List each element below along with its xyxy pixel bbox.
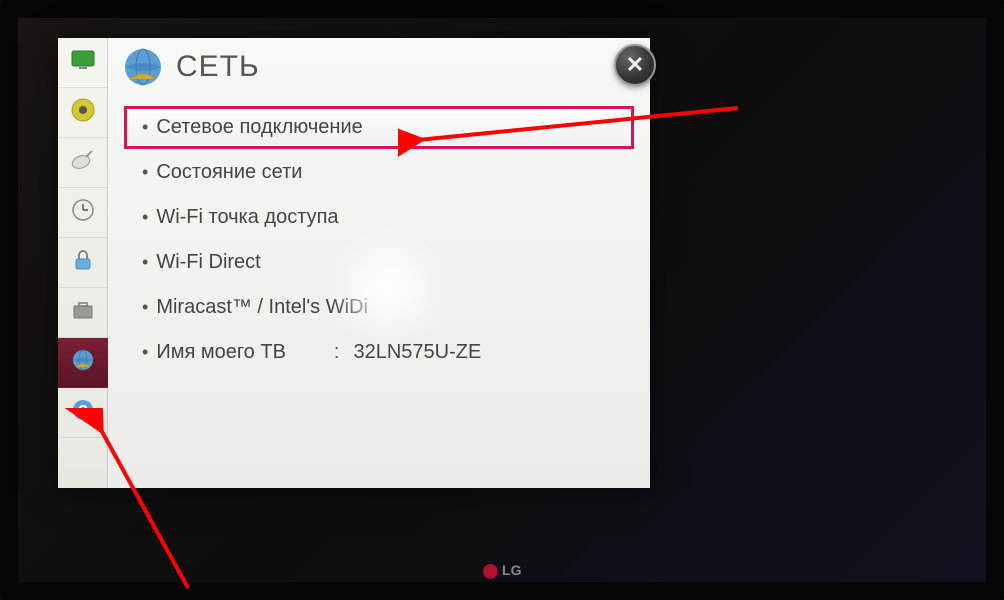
bullet-icon: • [142,162,148,183]
tv-frame: ? СЕТЬ ✕ • Сетевое подключение [0,0,1004,600]
sidebar-item-channel[interactable] [58,138,108,188]
globe-icon [122,46,164,88]
bullet-icon: • [142,117,148,138]
monitor-icon [70,47,96,78]
lock-icon [70,247,96,278]
sidebar-item-time[interactable] [58,188,108,238]
tv-brand-logo: ⬤ LG [482,562,521,579]
question-icon: ? [70,397,96,428]
menu-item-value: 32LN575U-ZE [353,341,481,364]
settings-sidebar: ? [58,38,108,488]
close-button[interactable]: ✕ [614,44,656,86]
bullet-icon: • [142,207,148,228]
menu-item-network-connection[interactable]: • Сетевое подключение [124,106,634,149]
clock-icon [70,197,96,228]
globe-icon [70,347,96,378]
bullet-icon: • [142,297,148,318]
bullet-icon: • [142,342,148,363]
close-icon: ✕ [626,52,644,78]
settings-main: СЕТЬ ✕ • Сетевое подключение • Состояние… [108,38,650,488]
satellite-icon [70,147,96,178]
menu-item-network-status[interactable]: • Состояние сети [124,151,634,194]
sidebar-item-picture[interactable] [58,38,108,88]
page-title: СЕТЬ [176,50,260,84]
briefcase-icon [70,297,96,328]
sidebar-item-network[interactable] [58,338,108,388]
menu-item-label: Состояние сети [156,161,302,184]
menu-item-label: Wi-Fi точка доступа [156,206,338,229]
speaker-icon [70,97,96,128]
menu-item-miracast[interactable]: • Miracast™ / Intel's WiDi [124,286,634,329]
menu-list: • Сетевое подключение • Состояние сети •… [108,96,650,386]
separator: : [334,341,340,364]
svg-text:?: ? [78,403,88,420]
menu-item-label: Сетевое подключение [156,116,362,139]
menu-item-wifi-ap[interactable]: • Wi-Fi точка доступа [124,196,634,239]
menu-item-label: Miracast™ / Intel's WiDi [156,296,368,319]
bullet-icon: • [142,252,148,273]
sidebar-item-support[interactable]: ? [58,388,108,438]
settings-window: ? СЕТЬ ✕ • Сетевое подключение [58,38,650,488]
sidebar-item-lock[interactable] [58,238,108,288]
menu-item-wifi-direct[interactable]: • Wi-Fi Direct [124,241,634,284]
settings-header: СЕТЬ ✕ [108,38,650,96]
sidebar-item-sound[interactable] [58,88,108,138]
menu-item-label: Wi-Fi Direct [156,251,260,274]
menu-item-tv-name[interactable]: • Имя моего ТВ : 32LN575U-ZE [124,331,634,374]
sidebar-item-option[interactable] [58,288,108,338]
menu-item-label: Имя моего ТВ [156,341,286,364]
